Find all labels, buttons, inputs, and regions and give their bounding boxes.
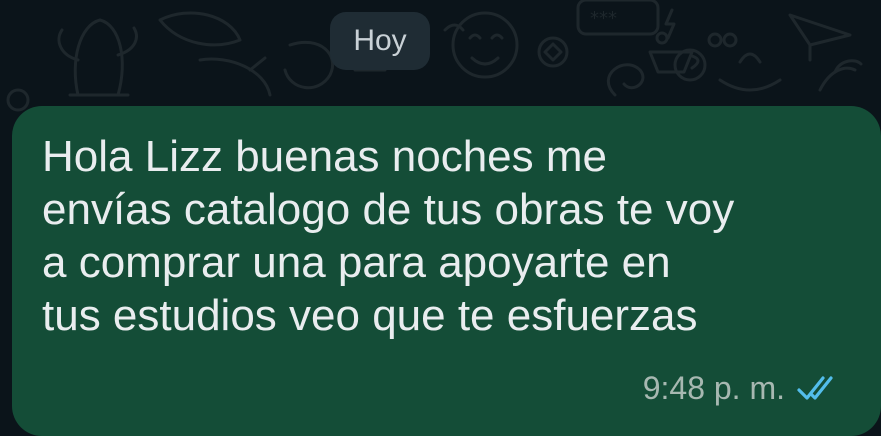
outgoing-message-bubble[interactable]: Hola Lizz buenas noches me envías catalo… bbox=[12, 106, 881, 436]
svg-text:***: *** bbox=[590, 8, 617, 29]
date-separator-chip: Hoy bbox=[330, 12, 430, 70]
message-meta: 9:48 p. m. bbox=[643, 368, 841, 408]
message-timestamp: 9:48 p. m. bbox=[642, 370, 785, 406]
message-text: Hola Lizz buenas noches me envías catalo… bbox=[42, 132, 735, 340]
double-check-read-icon bbox=[797, 376, 833, 400]
date-separator-label: Hoy bbox=[353, 24, 407, 57]
